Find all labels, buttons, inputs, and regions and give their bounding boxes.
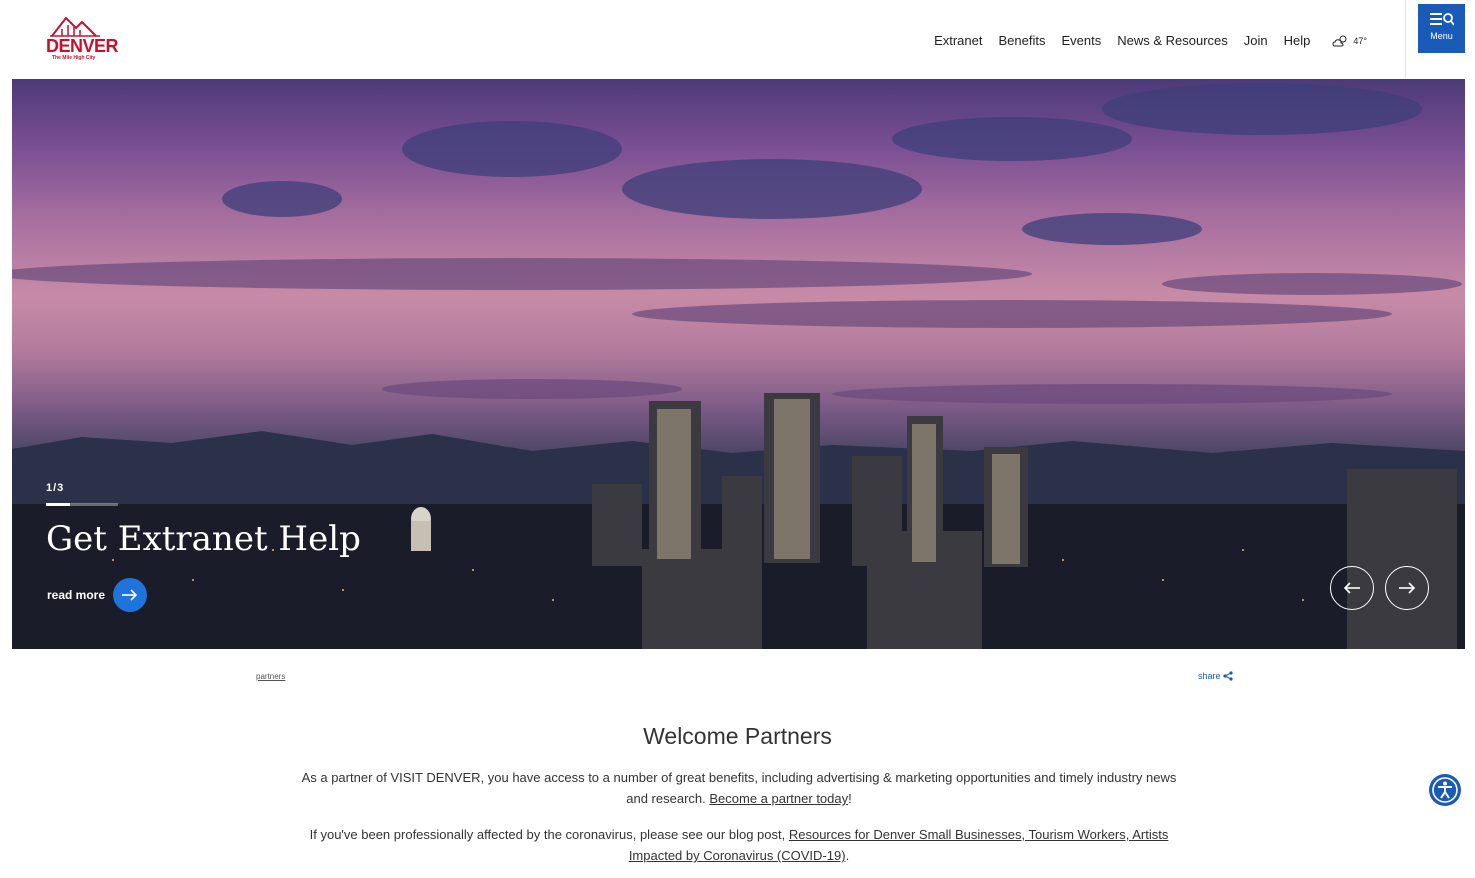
arrow-right-icon xyxy=(122,589,138,601)
menu-button[interactable]: Menu xyxy=(1418,4,1465,53)
arrow-right-icon xyxy=(1399,582,1416,594)
menu-search-icon xyxy=(1430,13,1454,26)
nav-events[interactable]: Events xyxy=(1061,33,1101,48)
logo-tagline: The Mile High City xyxy=(52,55,96,61)
denver-skyline-image xyxy=(12,83,1465,649)
menu-label: Menu xyxy=(1430,31,1453,41)
partner-intro-end: ! xyxy=(848,791,852,806)
nav-benefits[interactable]: Benefits xyxy=(998,33,1045,48)
mountain-logo-icon xyxy=(50,16,100,37)
main-nav: Extranet Benefits Events News & Resource… xyxy=(934,33,1367,48)
nav-divider xyxy=(1405,0,1406,78)
denver-logo[interactable]: DENVER The Mile High City xyxy=(44,14,119,64)
slide-progress-fill xyxy=(46,503,70,506)
accessibility-button[interactable] xyxy=(1429,774,1461,806)
hero-title: Get Extranet Help xyxy=(46,519,361,559)
nav-extranet[interactable]: Extranet xyxy=(934,33,982,48)
site-header: DENVER The Mile High City Extranet Benef… xyxy=(0,0,1465,78)
slide-counter: 1/3 xyxy=(46,482,65,494)
partly-cloudy-icon xyxy=(1332,35,1347,46)
partner-intro-paragraph: As a partner of VISIT DENVER, you have a… xyxy=(290,767,1188,809)
welcome-heading: Welcome Partners xyxy=(643,723,832,749)
covid-text: If you've been professionally affected b… xyxy=(309,827,786,842)
share-label: share xyxy=(1198,671,1221,681)
share-icon xyxy=(1222,671,1233,681)
share-button[interactable]: share xyxy=(1198,671,1233,681)
covid-end: . xyxy=(845,848,850,863)
weather-temperature: 47° xyxy=(1353,35,1367,46)
carousel-next-button[interactable] xyxy=(1385,566,1429,610)
accessibility-icon xyxy=(1432,777,1458,803)
breadcrumb-partners[interactable]: partners xyxy=(256,672,285,681)
read-more-link[interactable]: read more xyxy=(47,578,148,612)
carousel-prev-button[interactable] xyxy=(1330,566,1374,610)
arrow-left-icon xyxy=(1343,582,1360,594)
nav-join[interactable]: Join xyxy=(1244,33,1268,48)
nav-news-resources[interactable]: News & Resources xyxy=(1117,33,1228,48)
read-more-button[interactable] xyxy=(113,578,148,612)
logo-wordmark: DENVER xyxy=(46,36,119,56)
covid-paragraph: If you've been professionally affected b… xyxy=(290,824,1188,866)
nav-help[interactable]: Help xyxy=(1284,33,1311,48)
slide-progress-bar xyxy=(46,503,118,506)
weather-widget[interactable]: 47° xyxy=(1332,34,1367,48)
become-partner-link[interactable]: Become a partner today xyxy=(709,791,848,806)
read-more-label: read more xyxy=(47,588,106,602)
hero-carousel: 1/3 Get Extranet Help read more xyxy=(12,79,1465,649)
